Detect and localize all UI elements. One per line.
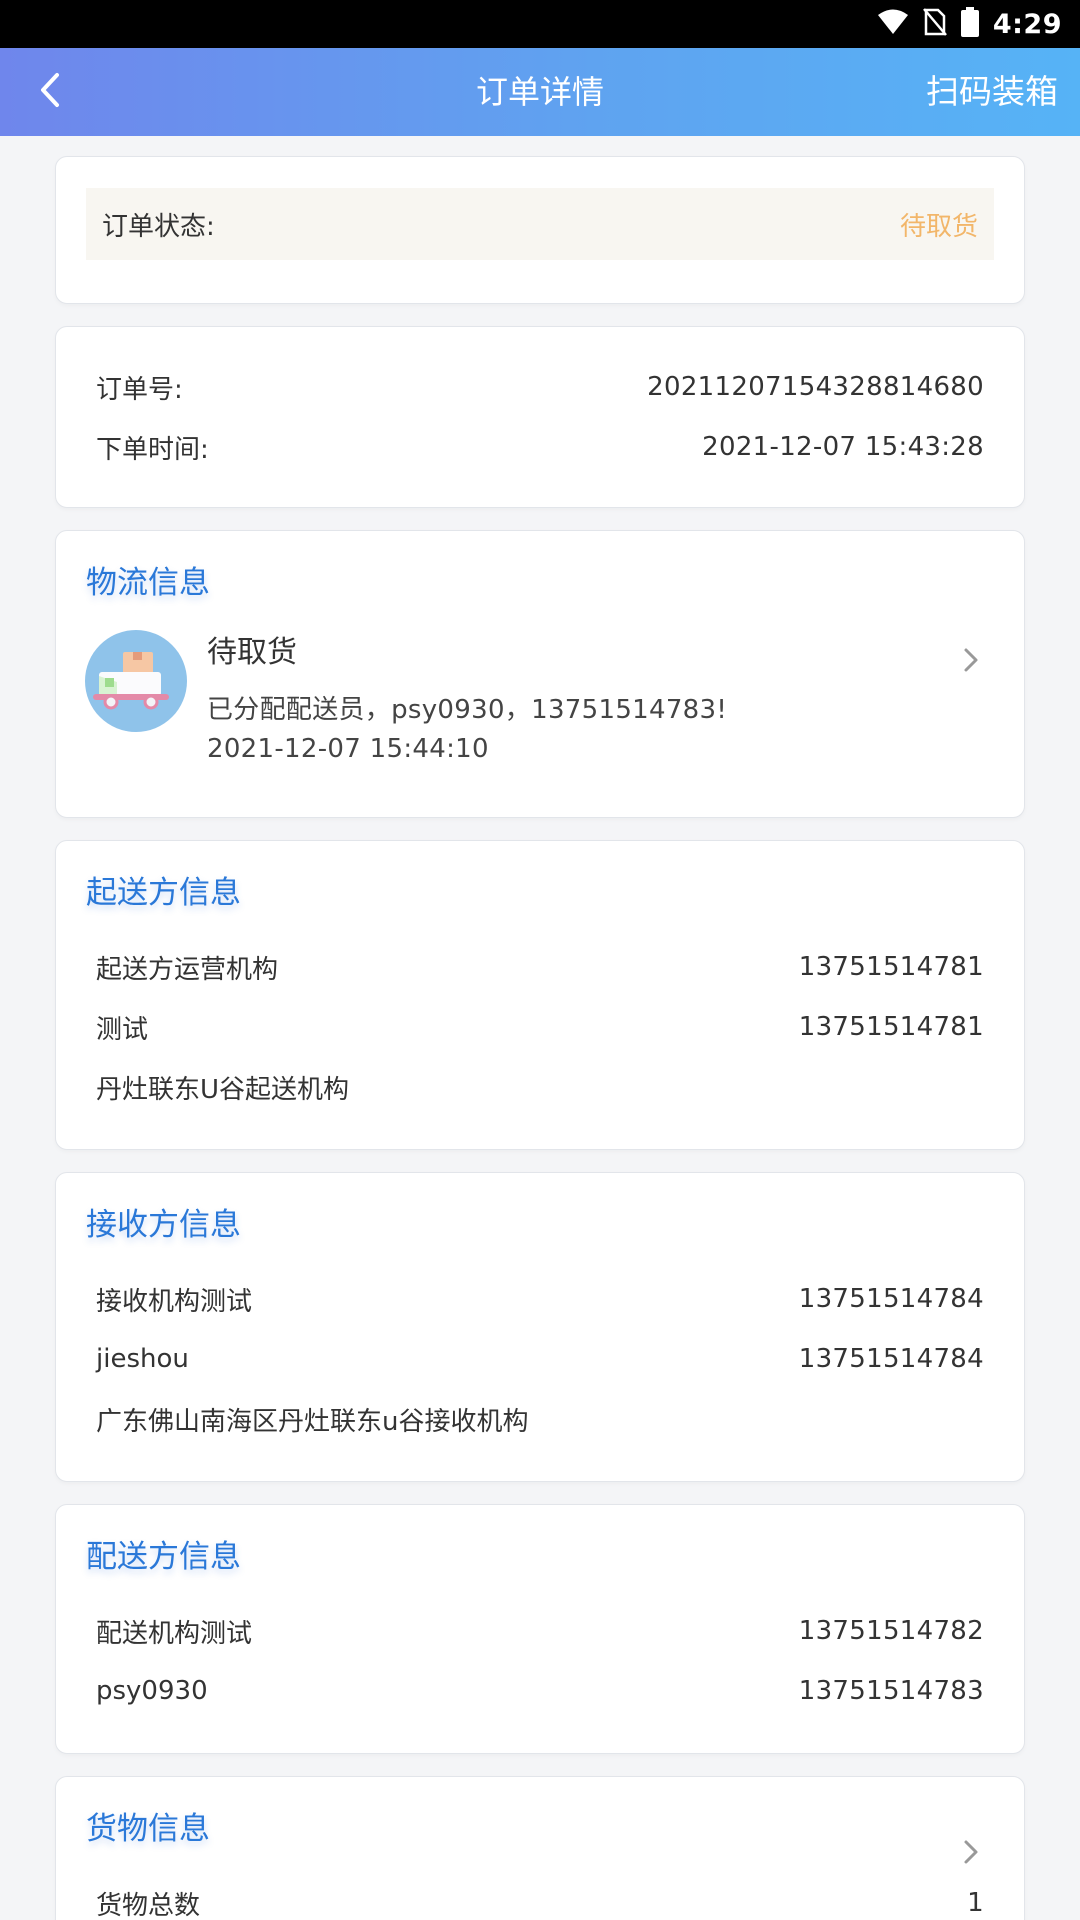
receiver-row: jieshou 13751514784 [96, 1339, 984, 1379]
sender-row: 起送方运营机构 13751514781 [96, 947, 984, 987]
delivery-truck-icon [85, 630, 187, 732]
logistics-card[interactable]: 物流信息 待取货 已分配配送员，psy0930，13751514783! 202… [55, 530, 1025, 818]
delivery-card: 配送方信息 配送机构测试 13751514782 psy0930 1375151… [55, 1504, 1025, 1754]
sender-org-name: 起送方运营机构 [96, 954, 279, 985]
delivery-row: psy0930 13751514783 [96, 1671, 984, 1711]
back-button[interactable] [26, 68, 74, 116]
sender-title: 起送方信息 [86, 875, 241, 911]
delivery-org-name: 配送机构测试 [96, 1618, 253, 1649]
goods-title: 货物信息 [86, 1811, 210, 1847]
sender-contact-phone: 13751514781 [798, 1012, 984, 1042]
order-status-label: 订单状态: [102, 211, 215, 242]
status-bar: 4:29 [0, 0, 1080, 48]
goods-total-row: 货物总数 1 [96, 1883, 984, 1920]
receiver-contact-phone: 13751514784 [798, 1344, 984, 1374]
delivery-row: 配送机构测试 13751514782 [96, 1611, 984, 1651]
order-number-label: 订单号: [96, 374, 183, 405]
sender-card: 起送方信息 起送方运营机构 13751514781 测试 13751514781… [55, 840, 1025, 1150]
goods-card[interactable]: 货物信息 货物总数 1 [55, 1776, 1025, 1920]
logistics-time: 2021-12-07 15:44:10 [207, 734, 489, 764]
receiver-card: 接收方信息 接收机构测试 13751514784 jieshou 1375151… [55, 1172, 1025, 1482]
goods-total-label: 货物总数 [96, 1890, 201, 1920]
wifi-icon [877, 8, 909, 40]
receiver-row: 接收机构测试 13751514784 [96, 1279, 984, 1319]
order-time-value: 2021-12-07 15:43:28 [702, 432, 984, 462]
receiver-contact-name: jieshou [96, 1344, 189, 1374]
logistics-description: 已分配配送员，psy0930，13751514783! [207, 695, 728, 725]
status-icons: 4:29 [877, 7, 1062, 41]
delivery-title: 配送方信息 [86, 1539, 241, 1575]
receiver-address: 广东佛山南海区丹灶联东u谷接收机构 [96, 1406, 529, 1437]
delivery-org-phone: 13751514782 [798, 1616, 984, 1646]
no-sim-icon [922, 7, 947, 41]
chevron-right-icon[interactable] [956, 645, 986, 675]
goods-total-value: 1 [967, 1888, 984, 1918]
chevron-left-icon [39, 72, 61, 112]
scan-pack-button[interactable]: 扫码装箱 [926, 48, 1058, 136]
receiver-org-name: 接收机构测试 [96, 1286, 253, 1317]
order-number-row: 订单号: 20211207154328814680 [96, 367, 984, 407]
page-title: 订单详情 [475, 73, 604, 111]
logistics-status: 待取货 [207, 635, 297, 670]
order-status-box: 订单状态: 待取货 [86, 188, 994, 260]
order-info-card: 订单号: 20211207154328814680 下单时间: 2021-12-… [55, 326, 1025, 508]
logistics-title: 物流信息 [86, 565, 210, 601]
status-time: 4:29 [992, 8, 1062, 40]
chevron-right-icon[interactable] [956, 1837, 986, 1867]
order-time-row: 下单时间: 2021-12-07 15:43:28 [96, 427, 984, 467]
order-status-card: 订单状态: 待取货 [55, 156, 1025, 304]
app-header: 订单详情 扫码装箱 [0, 48, 1080, 136]
receiver-org-phone: 13751514784 [798, 1284, 984, 1314]
sender-address: 丹灶联东U谷起送机构 [96, 1074, 350, 1105]
battery-icon [960, 7, 979, 41]
courier-phone: 13751514783 [798, 1676, 984, 1706]
sender-org-phone: 13751514781 [798, 952, 984, 982]
order-time-label: 下单时间: [96, 434, 209, 465]
receiver-title: 接收方信息 [86, 1207, 241, 1243]
order-number-value: 20211207154328814680 [647, 372, 984, 402]
sender-contact-name: 测试 [96, 1014, 149, 1045]
order-status-badge: 待取货 [899, 211, 978, 242]
sender-row: 测试 13751514781 [96, 1007, 984, 1047]
sender-address-row: 丹灶联东U谷起送机构 [96, 1067, 984, 1107]
receiver-address-row: 广东佛山南海区丹灶联东u谷接收机构 [96, 1399, 984, 1439]
courier-name: psy0930 [96, 1676, 208, 1706]
